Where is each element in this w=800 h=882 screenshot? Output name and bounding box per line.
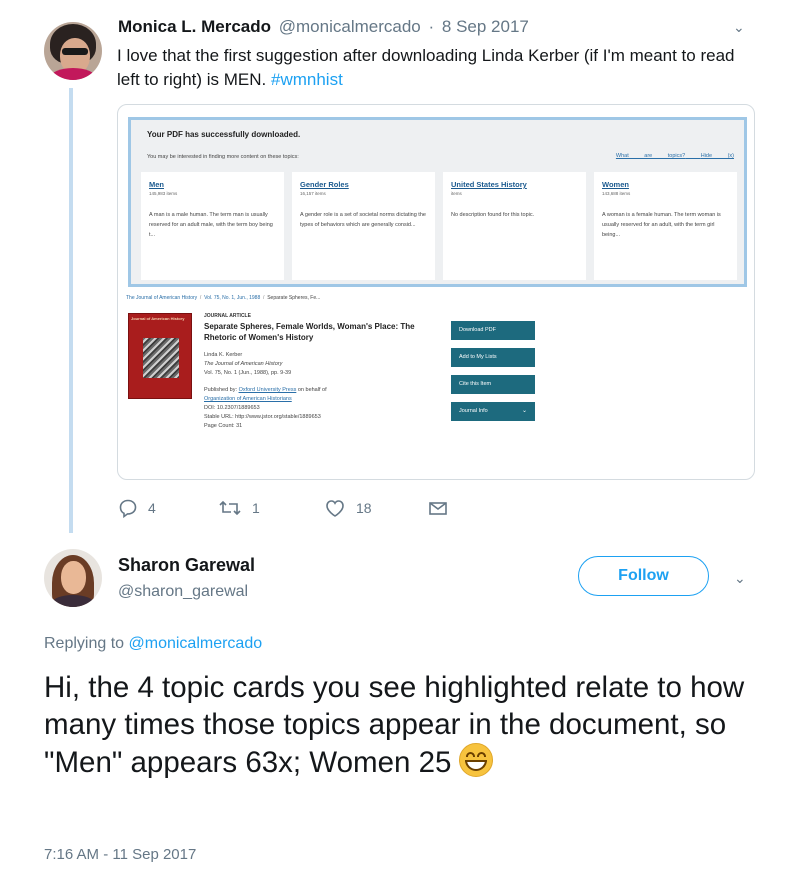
topic-card-title[interactable]: Gender Roles [300, 180, 427, 189]
tweet-text: Hi, the 4 topic cards you see highlighte… [44, 670, 764, 782]
topic-card-desc: A man is a male human. The term man is u… [149, 212, 273, 238]
journal-cover-image: Journal of American History [128, 313, 192, 399]
user-handle[interactable]: @sharon_garewal [118, 583, 248, 601]
avatar-sharon[interactable] [44, 549, 102, 607]
tweet-monica: Monica L. Mercado @monicalmercado · 8 Se… [0, 0, 800, 533]
article-publisher-line: Published by: Oxford University Press on… [204, 386, 434, 395]
like-count: 18 [356, 500, 372, 516]
pdf-panel-links: What are topics? Hide (x) [616, 153, 734, 159]
retweet-count: 1 [252, 500, 260, 516]
topic-card-title[interactable]: Women [602, 180, 729, 189]
breadcrumb-separator: / [263, 295, 265, 301]
heart-icon [326, 500, 344, 517]
avatar-shirt [50, 68, 96, 80]
topic-card-title[interactable]: United States History [451, 180, 578, 189]
article-page-count: Page Count: 31 [204, 423, 243, 429]
article-info: JOURNAL ARTICLE Separate Spheres, Female… [204, 313, 434, 431]
article-volume: Vol. 75, No. 1 (Jun., 1988), pp. 9-39 [204, 370, 292, 376]
retweet-button[interactable]: 1 [218, 498, 260, 518]
on-behalf-label: on behalf of [297, 387, 327, 393]
avatar-monica[interactable] [44, 22, 102, 80]
tweet-text: I love that the first suggestion after d… [117, 44, 757, 92]
avatar-face [61, 561, 86, 594]
journal-cover-title: Journal of American History [131, 316, 185, 321]
like-button[interactable]: 18 [324, 498, 372, 518]
topic-cards: Men 145,983 items A man is a male human.… [141, 172, 737, 280]
user-handle[interactable]: @monicalmercado [279, 17, 421, 36]
avatar-glasses [62, 48, 88, 55]
hashtag-link[interactable]: #wmnhist [271, 70, 343, 89]
organization-link[interactable]: Organization of American Historians [204, 395, 434, 404]
replying-to: Replying to @monicalmercado [44, 635, 262, 653]
envelope-icon [429, 502, 447, 515]
breadcrumb-article: Separate Spheres, Fe... [267, 295, 321, 301]
retweet-icon [219, 500, 241, 516]
chevron-down-icon[interactable]: ⌄ [734, 570, 746, 587]
journal-info-label: Journal Info [459, 408, 488, 414]
breadcrumb-issue[interactable]: Vol. 75, No. 1, Jun., 1988 [204, 295, 260, 301]
pdf-panel-subtitle: You may be interested in finding more co… [147, 154, 299, 160]
article-author: Linda K. Kerber [204, 352, 243, 358]
user-name[interactable]: Monica L. Mercado [118, 17, 271, 36]
journal-info-button[interactable]: Journal Info ⌄ [451, 402, 535, 421]
article-stable-url: Stable URL: http://www.jstor.org/stable/… [204, 414, 321, 420]
published-by-label: Published by: [204, 387, 238, 393]
header-separator: · [428, 17, 435, 36]
chevron-down-icon: ⌄ [521, 408, 527, 414]
topic-card-men[interactable]: Men 145,983 items A man is a male human.… [141, 172, 284, 280]
reply-icon [119, 499, 137, 518]
mention-link[interactable]: @monicalmercado [129, 635, 263, 652]
reply-count: 4 [148, 500, 156, 516]
journal-cover-photo [143, 338, 179, 378]
topic-card-us-history[interactable]: United States History items No descripti… [443, 172, 586, 280]
reply-button[interactable]: 4 [118, 498, 156, 518]
pdf-downloaded-panel: Your PDF has successfully downloaded. Yo… [128, 117, 747, 287]
topic-card-gender-roles[interactable]: Gender Roles 16,157 items A gender role … [292, 172, 435, 280]
breadcrumb: The Journal of American History / Vol. 7… [126, 295, 320, 301]
topic-card-desc: No description found for this topic. [451, 212, 535, 218]
breadcrumb-journal[interactable]: The Journal of American History [126, 295, 197, 301]
cite-item-button[interactable]: Cite this Item [451, 375, 535, 394]
topic-card-count: 16,157 items [300, 191, 326, 196]
article-doi: DOI: 10.2307/1889653 [204, 405, 260, 411]
chevron-down-icon[interactable]: ⌄ [733, 19, 745, 36]
tweet-image[interactable]: Your PDF has successfully downloaded. Yo… [117, 104, 755, 480]
tweet-text-body: Hi, the 4 topic cards you see highlighte… [44, 671, 745, 779]
thread-line [69, 88, 73, 533]
article-journal: The Journal of American History [204, 361, 283, 367]
topic-card-title[interactable]: Men [149, 180, 276, 189]
hide-link[interactable]: Hide (x) [701, 153, 734, 159]
follow-button[interactable]: Follow [578, 556, 709, 596]
topic-card-count: 145,983 items [149, 191, 178, 196]
topic-card-desc: A gender role is a set of societal norms… [300, 212, 426, 228]
topic-card-count: 143,688 items [602, 191, 631, 196]
topic-card-count: items [451, 191, 462, 196]
article-actions: Download PDF Add to My Lists Cite this I… [451, 321, 535, 429]
pdf-panel-title: Your PDF has successfully downloaded. [147, 130, 301, 139]
what-are-topics-link[interactable]: What are topics? [616, 153, 685, 159]
publisher-link[interactable]: Oxford University Press [239, 387, 297, 393]
user-name[interactable]: Sharon Garewal [118, 555, 255, 576]
grinning-face-emoji-icon [459, 743, 494, 777]
tweet-timestamp[interactable]: 7:16 AM - 11 Sep 2017 [44, 846, 196, 863]
topic-card-desc: A woman is a female human. The term woma… [602, 212, 721, 238]
topic-card-women[interactable]: Women 143,688 items A woman is a female … [594, 172, 737, 280]
breadcrumb-separator: / [199, 295, 202, 301]
tweet-text-body: I love that the first suggestion after d… [117, 46, 735, 89]
avatar-shirt [52, 595, 94, 607]
article-title: Separate Spheres, Female Worlds, Woman's… [204, 322, 415, 342]
tweet-date[interactable]: 8 Sep 2017 [442, 17, 529, 36]
replying-to-label: Replying to [44, 635, 125, 652]
direct-message-button[interactable] [428, 498, 448, 518]
add-to-lists-button[interactable]: Add to My Lists [451, 348, 535, 367]
article-type: JOURNAL ARTICLE [204, 313, 251, 319]
tweet-header: Monica L. Mercado @monicalmercado · 8 Se… [118, 17, 529, 37]
download-pdf-button[interactable]: Download PDF [451, 321, 535, 340]
